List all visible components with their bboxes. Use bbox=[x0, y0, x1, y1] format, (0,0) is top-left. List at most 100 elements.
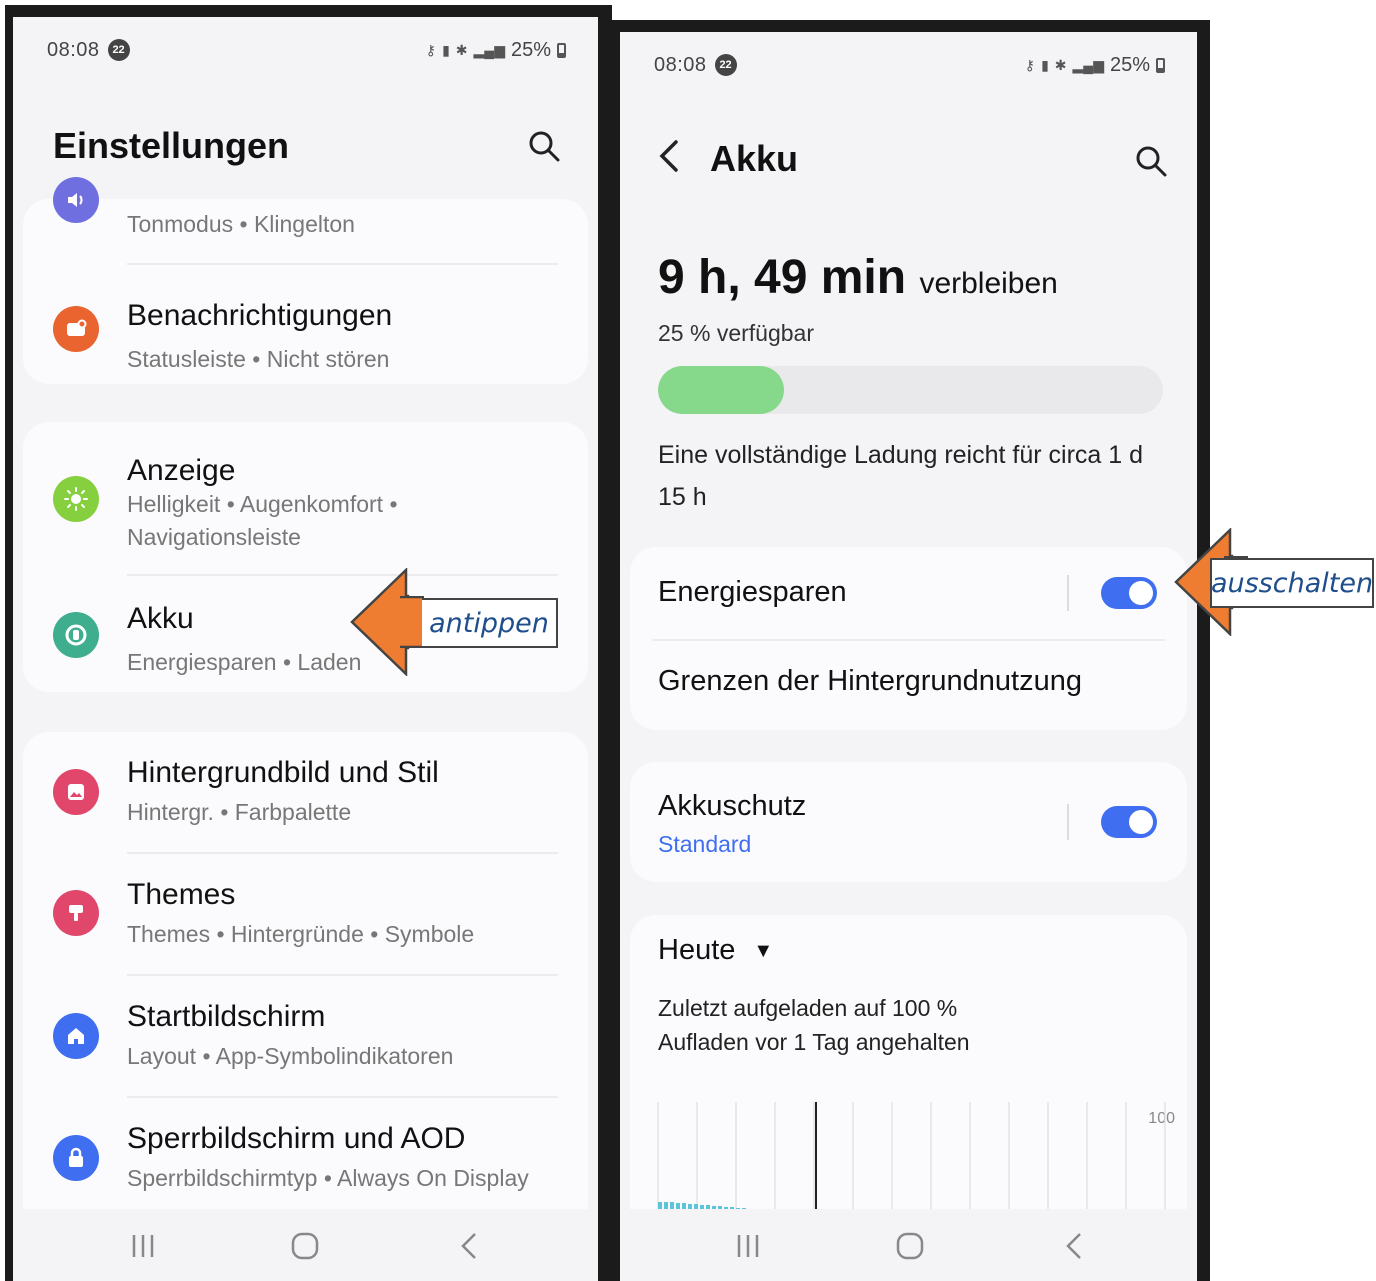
settings-item-battery-sub: Energiesparen • Laden bbox=[127, 649, 362, 675]
home-button[interactable] bbox=[890, 1231, 930, 1261]
settings-item-sound-sub: Tonmodus • Klingelton bbox=[127, 211, 355, 237]
navigation-bar bbox=[620, 1209, 1197, 1281]
toggle-knob bbox=[1129, 810, 1153, 834]
settings-item-themes-title: Themes bbox=[127, 878, 236, 911]
battery-protection-card: Akkuschutz Standard bbox=[630, 762, 1187, 882]
status-bar: 08:08 22 ⚷ ▮ ✱ ▂▄▆ 25% bbox=[47, 35, 566, 65]
settings-item-lock-screen-sub: Sperrbildschirmtyp • Always On Display bbox=[127, 1165, 529, 1191]
callout-label-ausschalten: ausschalten bbox=[1210, 558, 1374, 608]
time-remaining: 9 h, 49 min verbleiben bbox=[658, 250, 1058, 305]
themes-icon bbox=[53, 890, 99, 936]
time-remaining-value: 9 h, 49 min bbox=[658, 251, 907, 304]
period-selector[interactable]: Heute ▼ bbox=[658, 934, 773, 967]
volume-icon bbox=[53, 177, 99, 223]
energy-saving-toggle[interactable] bbox=[1101, 577, 1157, 609]
toggle-knob bbox=[1129, 581, 1153, 605]
battery-level-fill bbox=[658, 366, 785, 414]
battery-protection-row[interactable]: Akkuschutz Standard bbox=[630, 762, 1187, 882]
energy-saving-label: Energiesparen bbox=[658, 576, 847, 608]
battery-screen: 08:08 22 ⚷ ▮ ✱ ▂▄▆ 25% Akku 9 h, 49 min … bbox=[620, 32, 1197, 1281]
settings-item-wallpaper-sub: Hintergr. • Farbpalette bbox=[127, 799, 352, 825]
battery-percent: 25% bbox=[510, 38, 551, 61]
navigation-bar bbox=[13, 1209, 598, 1281]
settings-item-notifications-title: Benachrichtigungen bbox=[127, 299, 393, 332]
status-icons: ⚷ ▮ ✱ ▂▄▆ 25% bbox=[426, 39, 566, 62]
full-charge-estimate: Eine vollständige Ladung reicht für circ… bbox=[658, 441, 1144, 511]
background-limits-label: Grenzen der Hintergrundnutzung bbox=[658, 665, 1082, 697]
battery-status-icon bbox=[1156, 57, 1165, 73]
notification-icon bbox=[53, 306, 99, 352]
battery-icon bbox=[53, 612, 99, 658]
home-button[interactable] bbox=[285, 1231, 325, 1261]
signal-icon: ▂▄▆ bbox=[1072, 56, 1104, 73]
status-bar: 08:08 22 ⚷ ▮ ✱ ▂▄▆ 25% bbox=[654, 50, 1165, 80]
settings-item-notifications[interactable]: Benachrichtigungen Statusleiste • Nicht … bbox=[23, 269, 588, 379]
separator bbox=[1067, 804, 1069, 840]
battery-protection-label: Akkuschutz bbox=[658, 790, 807, 822]
search-icon[interactable] bbox=[1134, 144, 1168, 178]
settings-card-sound-notifications: Tonmodus • Klingelton Benachrichtigungen… bbox=[23, 177, 588, 384]
settings-card-appearance: Hintergrundbild und Stil Hintergr. • Far… bbox=[23, 732, 588, 1232]
divider bbox=[127, 574, 558, 576]
sim-icon: ▮ bbox=[1041, 56, 1049, 73]
recent-apps-button[interactable] bbox=[728, 1231, 768, 1261]
vpn-key-icon: ⚷ bbox=[1024, 56, 1036, 73]
divider bbox=[127, 263, 558, 265]
settings-item-wallpaper-title: Hintergrundbild und Stil bbox=[127, 756, 439, 789]
status-time: 08:08 bbox=[47, 38, 100, 61]
battery-usage-chart bbox=[657, 1102, 1166, 1222]
callout-arrow-shaft bbox=[400, 596, 424, 648]
status-icons: ⚷ ▮ ✱ ▂▄▆ 25% bbox=[1025, 54, 1165, 77]
settings-item-home-screen-title: Startbildschirm bbox=[127, 1000, 326, 1033]
settings-item-home-screen-sub: Layout • App-Symbolindikatoren bbox=[127, 1043, 454, 1069]
charging-paused-text: Aufladen vor 1 Tag angehalten bbox=[658, 1029, 970, 1055]
last-charged-text: Zuletzt aufgeladen auf 100 % bbox=[658, 995, 958, 1021]
caret-down-icon: ▼ bbox=[753, 939, 774, 962]
page-title: Einstellungen bbox=[53, 125, 290, 166]
energy-saving-row[interactable]: Energiesparen bbox=[630, 547, 1187, 639]
battery-protection-value: Standard bbox=[658, 831, 752, 857]
settings-item-notifications-sub: Statusleiste • Nicht stören bbox=[127, 346, 390, 372]
settings-card-display-battery: Anzeige Helligkeit • Augenkomfort • Navi… bbox=[23, 422, 588, 692]
battery-status-icon bbox=[557, 42, 566, 58]
period-label: Heute bbox=[658, 934, 736, 966]
settings-item-themes-sub: Themes • Hintergründe • Symbole bbox=[127, 921, 475, 947]
settings-item-display[interactable]: Anzeige Helligkeit • Augenkomfort • Navi… bbox=[23, 422, 588, 572]
wallpaper-icon bbox=[53, 769, 99, 815]
chart-gridlines bbox=[657, 1102, 1166, 1222]
battery-percent: 25% bbox=[1109, 53, 1150, 76]
settings-item-themes[interactable]: Themes Themes • Hintergründe • Symbole bbox=[23, 854, 588, 974]
notification-count-badge: 22 bbox=[714, 54, 737, 76]
settings-item-display-sub: Helligkeit • Augenkomfort • Navigationsl… bbox=[127, 491, 398, 550]
callout-label-antippen: antippen bbox=[422, 598, 558, 648]
status-time: 08:08 bbox=[654, 53, 707, 76]
settings-item-wallpaper[interactable]: Hintergrundbild und Stil Hintergr. • Far… bbox=[23, 732, 588, 852]
background-limits-row[interactable]: Grenzen der Hintergrundnutzung bbox=[630, 641, 1187, 727]
separator bbox=[1067, 575, 1069, 611]
back-button[interactable] bbox=[449, 1231, 489, 1261]
home-icon bbox=[53, 1013, 99, 1059]
back-arrow-icon[interactable] bbox=[654, 136, 684, 176]
battery-settings-card: Energiesparen Grenzen der Hintergrundnut… bbox=[630, 547, 1187, 730]
display-icon bbox=[53, 476, 99, 522]
settings-item-sound[interactable]: Tonmodus • Klingelton bbox=[23, 177, 588, 269]
sim-icon: ▮ bbox=[442, 41, 450, 58]
phone-right: 08:08 22 ⚷ ▮ ✱ ▂▄▆ 25% Akku 9 h, 49 min … bbox=[612, 20, 1210, 1281]
settings-item-battery-title: Akku bbox=[127, 602, 194, 635]
settings-screen: 08:08 22 ⚷ ▮ ✱ ▂▄▆ 25% Einstellungen Ton… bbox=[13, 17, 598, 1281]
settings-item-lock-screen-title: Sperrbildschirm und AOD bbox=[127, 1122, 466, 1155]
bluetooth-icon: ✱ bbox=[1054, 56, 1067, 73]
back-button[interactable] bbox=[1054, 1231, 1094, 1261]
battery-protection-toggle[interactable] bbox=[1101, 806, 1157, 838]
settings-item-display-title: Anzeige bbox=[127, 454, 236, 487]
signal-icon: ▂▄▆ bbox=[473, 41, 505, 58]
battery-level-bar bbox=[658, 366, 1163, 414]
vpn-key-icon: ⚷ bbox=[425, 41, 437, 58]
search-icon[interactable] bbox=[527, 129, 561, 163]
page-title: Akku bbox=[710, 138, 799, 179]
time-remaining-suffix: verbleiben bbox=[919, 267, 1058, 300]
recent-apps-button[interactable] bbox=[123, 1231, 163, 1261]
settings-item-home-screen[interactable]: Startbildschirm Layout • App-Symbolindik… bbox=[23, 976, 588, 1096]
notification-count-badge: 22 bbox=[107, 39, 130, 61]
bluetooth-icon: ✱ bbox=[455, 41, 468, 58]
